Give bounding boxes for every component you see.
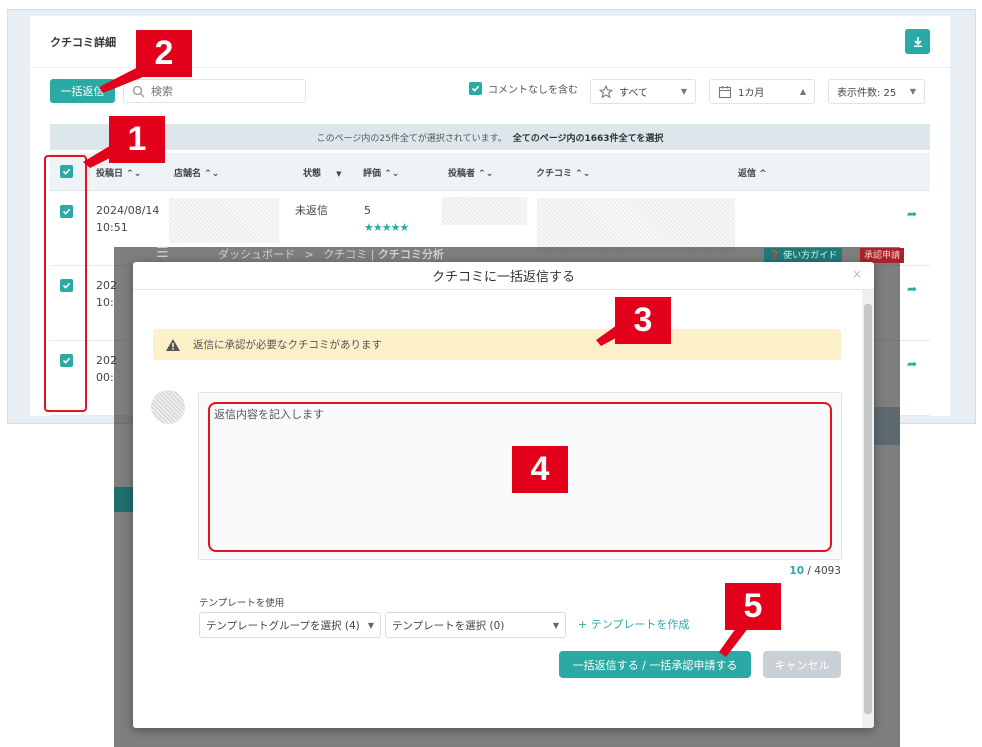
callout-3: 3	[615, 297, 671, 344]
callout-2: 2	[136, 30, 192, 77]
callout-5: 5	[725, 583, 781, 630]
callout-4: 4	[512, 446, 568, 493]
callout-arrows	[83, 62, 749, 657]
callout-1: 1	[109, 116, 165, 163]
